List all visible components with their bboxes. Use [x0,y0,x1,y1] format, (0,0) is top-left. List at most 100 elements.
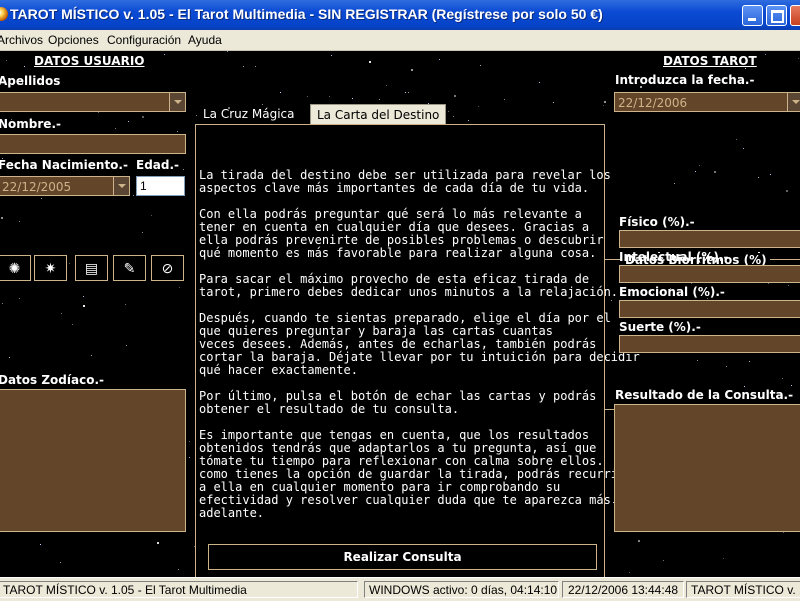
chevron-down-icon[interactable] [787,93,800,111]
star-dot [783,532,784,533]
zodiaco-textarea[interactable] [0,389,186,532]
star-dot [770,174,771,175]
star-dot [638,540,640,542]
star-dot [98,112,99,113]
realizar-consulta-button[interactable]: Realizar Consulta [208,544,597,570]
fecha-nacimiento-value: 22/12/2005 [2,180,72,194]
suerte-field[interactable] [619,335,800,353]
star-dot [448,111,449,112]
maximize-button[interactable] [766,5,787,26]
datos-tarot-header: DATOS TAROT [663,54,757,68]
star-dot [329,96,330,97]
fecha-nacimiento-label: Fecha Nacimiento.- [0,158,128,172]
resultado-consulta-label: Resultado de la Consulta.- [615,388,794,402]
star-dot [674,183,675,184]
content-line: qué momento es más favorable para realiz… [199,246,597,260]
intelectual-field[interactable] [619,265,800,283]
star-dot [454,95,456,97]
star-dot [369,61,371,63]
star-dot [331,55,332,56]
star-dot [69,263,70,264]
star-dot [603,105,604,106]
save-icon[interactable]: ✎ [113,255,146,281]
fecha-consulta-value: 22/12/2006 [618,96,688,110]
menu-ayuda[interactable]: Ayuda [188,33,222,47]
intelectual-label: Intelectual (%).- [619,250,729,264]
fecha-consulta-combo[interactable]: 22/12/2006 [614,92,800,112]
resultado-textarea[interactable] [614,404,800,532]
star-dot [41,198,42,199]
star-dot [255,66,256,67]
star-dot [1,217,3,219]
cancel-icon[interactable]: ⊘ [151,255,184,281]
star-dot [629,572,630,573]
star-dot [125,304,126,305]
star-dot [72,324,73,325]
star-dot [91,355,92,356]
star-dot [663,560,664,561]
star-dot [723,558,724,559]
star-dot [714,171,716,173]
star-dot [19,298,20,299]
content-paragraph: Para sacar el máximo provecho de esta ef… [199,273,618,299]
star-dot [183,169,184,170]
star-dot [60,562,61,563]
star-dot [379,99,380,100]
edad-label: Edad.- [136,158,180,172]
star-dot [19,221,20,222]
status-app-short: TAROT MÍSTICO v. 1.05 [686,581,800,598]
edit-user-icon[interactable]: ✷ [34,255,67,281]
content-line: obtener el resultado de tu consulta. [199,402,460,416]
star-dot [128,121,129,122]
edad-field[interactable]: 1 [136,176,185,196]
star-dot [151,215,152,216]
star-dot [408,92,409,93]
fisico-field[interactable] [619,230,800,248]
fecha-nacimiento-combo[interactable]: 22/12/2005 [0,176,130,196]
content-line: aspectos clave más importantes de cada d… [199,181,590,195]
datos-zodiaco-label: Datos Zodíaco.- [0,373,105,387]
star-dot [553,102,554,103]
star-dot [786,190,788,192]
star-dot [480,65,481,66]
tab-cruz-magica[interactable]: La Cruz Mágica [197,104,301,123]
star-dot [133,195,134,196]
star-dot [164,54,165,55]
star-dot [189,457,190,458]
status-datetime: 22/12/2006 13:44:48 [562,581,684,598]
star-dot [142,116,144,118]
star-dot [758,177,759,178]
tab-carta-destino[interactable]: La Carta del Destino [310,104,447,124]
menu-opciones[interactable]: Opciones [48,33,99,47]
star-dot [405,92,406,93]
menu-configuracion[interactable]: Configuración [107,33,181,47]
new-user-icon[interactable]: ✺ [0,255,31,281]
chevron-down-icon[interactable] [169,93,185,111]
book-icon[interactable]: ▤ [75,255,108,281]
chevron-down-icon[interactable] [113,177,129,195]
apellidos-combo[interactable] [0,92,186,112]
nombre-field[interactable] [0,134,186,154]
app-logo-icon[interactable] [0,7,8,21]
star-dot [126,345,127,346]
minimize-button[interactable] [742,5,763,26]
star-dot [736,139,737,140]
star-dot [227,51,228,52]
menu-bar: Archivos Opciones Configuración Ayuda [0,30,800,51]
star-dot [352,98,353,99]
star-dot [743,148,744,149]
fisico-label: Físico (%).- [619,215,695,229]
star-dot [386,85,387,86]
star-dot [765,54,766,55]
star-dot [61,313,62,314]
emocional-field[interactable] [619,300,800,318]
datos-usuario-header: DATOS USUARIO [34,54,145,68]
close-button[interactable] [790,5,800,26]
menu-archivos[interactable]: Archivos [0,33,43,47]
apellidos-label: Apellidos [0,74,61,88]
content-paragraph: Por último, pulsa el botón de echar las … [199,390,599,416]
content-line: adelante. [199,506,265,520]
main-area: DATOS USUARIO Apellidos Nombre.- Fecha N… [0,51,800,577]
star-dot [411,69,413,71]
star-dot [6,60,7,61]
